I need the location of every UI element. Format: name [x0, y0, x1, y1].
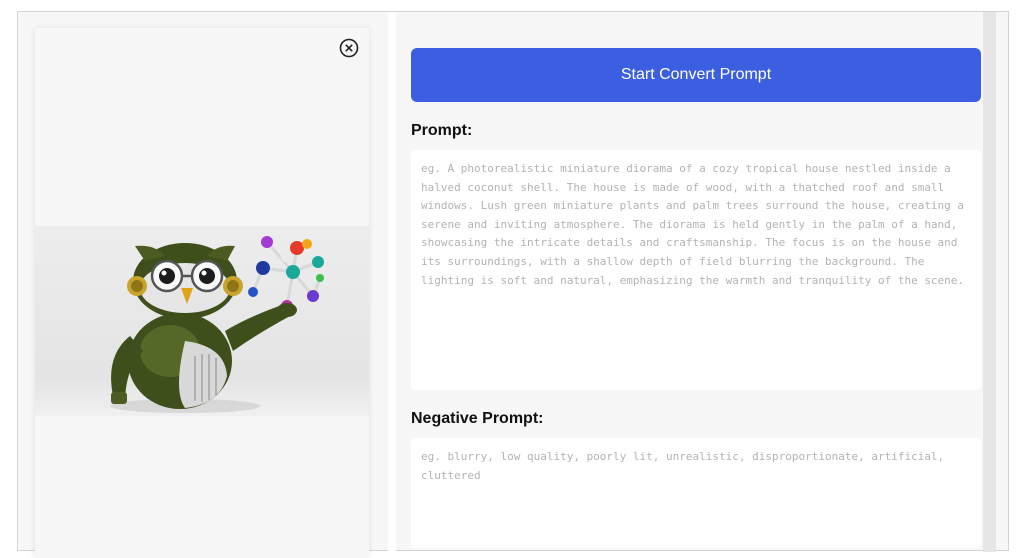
scrollbar[interactable] [983, 12, 996, 552]
close-icon[interactable] [339, 38, 359, 58]
negative-prompt-label: Negative Prompt: [411, 410, 544, 427]
prompt-panel: Start Convert Prompt Prompt: Negative Pr… [396, 12, 996, 552]
start-convert-button[interactable]: Start Convert Prompt [411, 48, 981, 102]
image-preview-panel [35, 28, 369, 558]
negative-prompt-textarea[interactable] [411, 438, 981, 548]
app-frame: Start Convert Prompt Prompt: Negative Pr… [17, 11, 1009, 558]
prompt-textarea[interactable] [411, 150, 981, 390]
preview-image [35, 226, 369, 416]
panel-divider [388, 12, 396, 552]
prompt-label: Prompt: [411, 122, 473, 139]
